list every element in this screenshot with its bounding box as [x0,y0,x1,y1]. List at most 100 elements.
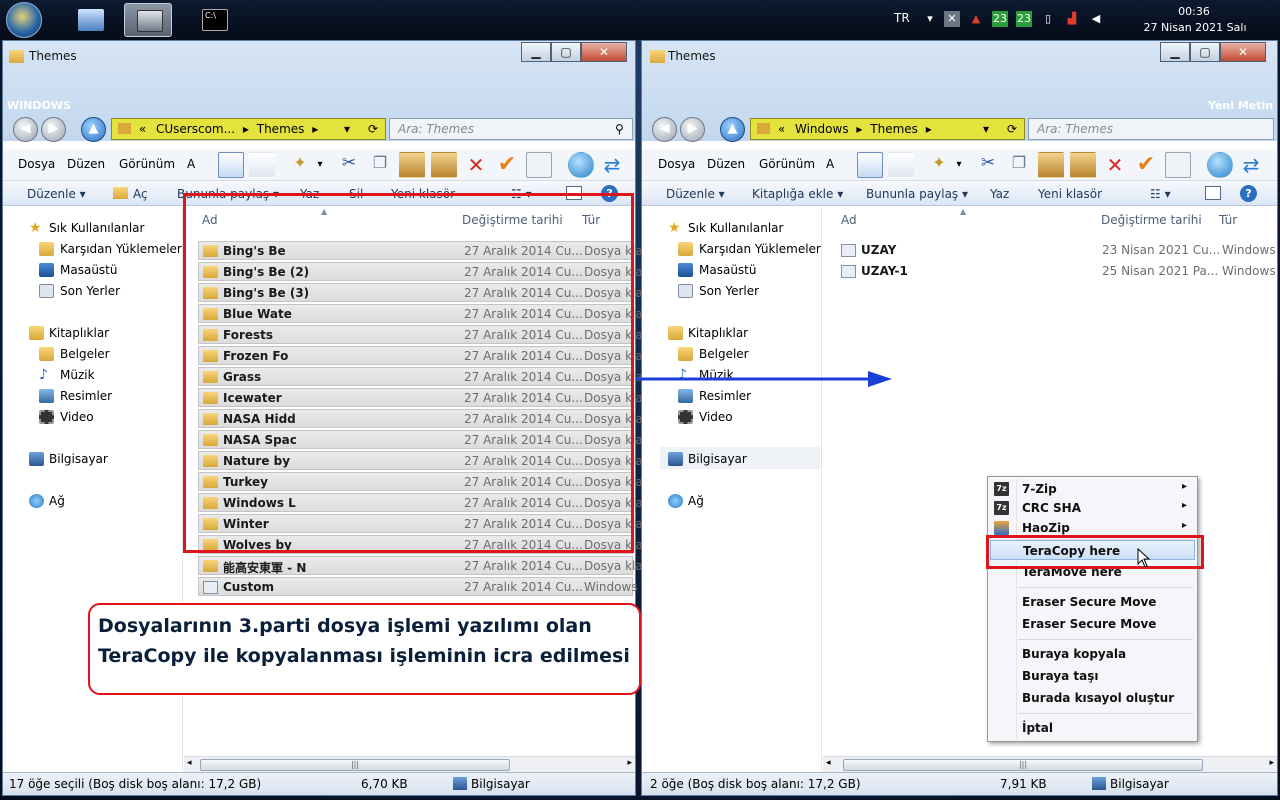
dropdown-icon[interactable]: ▾ [952,152,966,178]
up-button[interactable]: ▲ [81,117,106,142]
view-options-icon[interactable]: ☷ ▾ [1150,187,1171,201]
usb-device-icon[interactable]: ▯ [1040,11,1056,27]
scrollbar-thumb[interactable]: ||| [843,759,1203,771]
preview-pane-icon[interactable] [888,152,914,178]
address-crumb-windows[interactable]: Windows [795,122,849,136]
menu-edit[interactable]: Düzen [67,157,105,171]
paste-icon[interactable] [399,152,425,178]
nav-network[interactable]: Ağ [688,494,704,508]
nav-desktop[interactable]: Masaüstü [699,263,756,277]
network-globe-icon[interactable] [568,152,594,178]
nav-downloads[interactable]: Karşıdan Yüklemeler [60,242,182,256]
menu-item-crc-sha[interactable]: 7z CRC SHA ▸ [988,498,1197,518]
cut-icon[interactable]: ✂ [336,152,362,178]
maximize-button[interactable]: ▢ [1190,42,1220,62]
menu-edit[interactable]: Düzen [707,157,745,171]
column-header-modified[interactable]: Değiştirme tarihi [1101,213,1202,227]
menu-item-cancel[interactable]: İptal [988,718,1197,738]
address-crumb-user[interactable]: CUserscom... [156,122,235,136]
refresh-icon[interactable]: ⟳ [1007,119,1017,139]
rename-icon[interactable] [526,152,552,178]
back-button[interactable]: ◀ [13,117,38,142]
preview-pane-icon[interactable] [249,152,275,178]
bookmark-icon[interactable]: ✦ [287,152,313,178]
menu-view[interactable]: Görünüm [759,157,815,171]
search-input[interactable]: Ara: Themes [1028,118,1274,140]
scroll-left-icon[interactable]: ◂ [187,758,192,768]
calendar-badge-icon-2[interactable]: 23 [1016,11,1032,27]
sync-icon[interactable]: ⇄ [1238,152,1264,178]
address-bar[interactable]: « CUserscom... ▸ Themes ▸ ▾ ⟳ [111,118,386,140]
file-row[interactable]: 能高安東軍 - N 27 Aralık 2014 Cu... Dosya kla [198,556,643,575]
paste-shortcut-icon[interactable] [1070,152,1096,178]
menu-item-move-here[interactable]: Buraya taşı [988,666,1197,686]
share-with-button[interactable]: Bununla paylaş ▾ [866,187,968,201]
address-crumb-themes[interactable]: Themes [870,122,918,136]
column-header-name[interactable]: Ad [841,213,857,227]
taskbar-app-explorer[interactable] [124,3,172,37]
details-pane-icon[interactable] [857,152,883,178]
nav-network[interactable]: Ağ [49,494,65,508]
back-button[interactable]: ◀ [652,117,677,142]
menu-view[interactable]: Görünüm [119,157,175,171]
volume-icon[interactable]: ◀ [1088,11,1104,27]
network-disconnected-icon[interactable]: ▟ [1064,11,1080,27]
menu-item-eraser-secure-move[interactable]: Eraser Secure Move [988,592,1197,612]
close-button[interactable]: ✕ [1220,42,1266,62]
nav-favorites[interactable]: Sık Kullanılanlar [49,221,144,235]
horizontal-scrollbar[interactable]: ◂ ||| ▸ [823,756,1277,772]
search-icon[interactable]: ⚲ [615,122,624,136]
minimize-button[interactable]: ▁ [521,42,551,62]
nav-computer[interactable]: Bilgisayar [688,452,747,466]
address-bar[interactable]: « Windows ▸ Themes ▸ ▾ ⟳ [750,118,1025,140]
update-arrow-icon[interactable]: ▲ [968,11,984,27]
nav-libraries[interactable]: Kitaplıklar [49,326,109,340]
crumb-arrow-icon[interactable]: ▸ [312,122,318,136]
scroll-right-icon[interactable]: ▸ [627,758,632,768]
network-globe-icon[interactable] [1207,152,1233,178]
paste-icon[interactable] [1038,152,1064,178]
organize-button[interactable]: Düzenle ▾ [27,187,86,201]
nav-downloads[interactable]: Karşıdan Yüklemeler [699,242,821,256]
close-button[interactable]: ✕ [581,42,627,62]
scroll-left-icon[interactable]: ◂ [826,758,831,768]
crumb-arrow-icon[interactable]: ▸ [926,122,932,136]
checkmark-icon[interactable]: ✔ [494,152,520,178]
maximize-button[interactable]: ▢ [551,42,581,62]
bookmark-icon[interactable]: ✦ [926,152,952,178]
help-icon[interactable]: ? [1240,185,1257,202]
copy-icon[interactable]: ❐ [1006,152,1032,178]
scrollbar-thumb[interactable]: ||| [200,759,510,771]
file-row[interactable]: UZAY 23 Nisan 2021 Cu... Windows [837,241,1277,260]
calendar-badge-icon[interactable]: 23 [992,11,1008,27]
nav-favorites[interactable]: Sık Kullanılanlar [688,221,783,235]
menu-file[interactable]: Dosya [658,157,695,171]
column-header-type[interactable]: Tür [1219,213,1237,227]
nav-music[interactable]: Müzik [60,368,95,382]
forward-button[interactable]: ▶ [680,117,705,142]
organize-button[interactable]: Düzenle ▾ [666,187,725,201]
language-dropdown-icon[interactable]: ▾ [922,11,938,27]
nav-computer[interactable]: Bilgisayar [49,452,108,466]
nav-recent[interactable]: Son Yerler [699,284,759,298]
search-input[interactable]: Ara: Themes [389,118,633,140]
clock-time[interactable]: 00:36 [1174,5,1214,18]
start-orb-icon[interactable] [6,2,42,38]
nav-documents[interactable]: Belgeler [699,347,749,361]
nav-video[interactable]: Video [699,410,733,424]
language-indicator[interactable]: TR [894,11,910,25]
address-crumb-themes[interactable]: Themes [257,122,305,136]
menu-item-7zip[interactable]: 7z 7-Zip ▸ [988,479,1197,499]
menu-tools[interactable]: A [826,157,834,171]
address-overflow[interactable]: « [139,122,146,136]
add-to-library-button[interactable]: Kitaplığa ekle ▾ [752,187,843,201]
menu-item-eraser-secure-move-2[interactable]: Eraser Secure Move [988,614,1197,634]
taskbar-app-cmd[interactable]: C:\ [190,3,238,37]
sync-icon[interactable]: ⇄ [599,152,625,178]
nav-desktop[interactable]: Masaüstü [60,263,117,277]
tools-icon[interactable]: ✕ [944,11,960,27]
refresh-icon[interactable]: ⟳ [368,119,378,139]
nav-libraries[interactable]: Kitaplıklar [688,326,748,340]
open-button[interactable]: Aç [133,187,148,201]
menu-file[interactable]: Dosya [18,157,55,171]
